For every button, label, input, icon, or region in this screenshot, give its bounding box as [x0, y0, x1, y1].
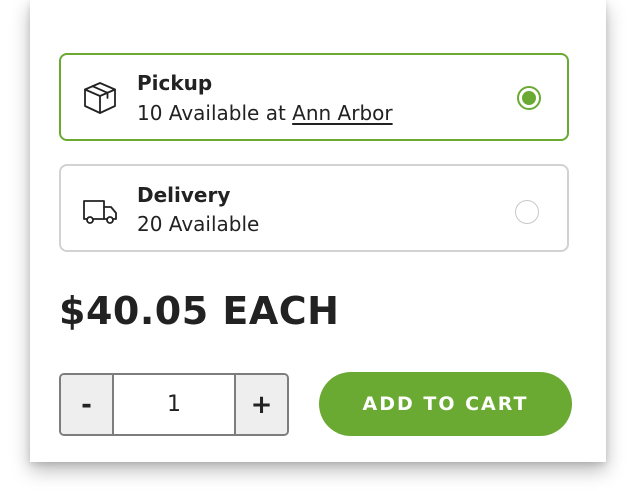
pickup-option[interactable]: Pickup 10 Available at Ann Arbor [59, 53, 569, 141]
delivery-availability: 20 Available [137, 212, 260, 236]
product-fulfillment-card: Pickup 10 Available at Ann Arbor Deliver… [30, 0, 606, 462]
increment-button[interactable]: + [234, 375, 287, 434]
pickup-title: Pickup [137, 71, 213, 95]
quantity-stepper: - + [59, 373, 289, 436]
truck-icon [81, 192, 119, 230]
delivery-title: Delivery [137, 183, 231, 207]
quantity-input[interactable] [114, 375, 234, 434]
box-icon [81, 79, 119, 117]
pickup-availability-text: 10 Available at [137, 101, 293, 125]
price-label: $40.05 EACH [59, 289, 340, 333]
pickup-radio[interactable] [517, 86, 541, 110]
pickup-availability: 10 Available at Ann Arbor [137, 101, 393, 125]
add-to-cart-button[interactable]: ADD TO CART [319, 372, 572, 436]
decrement-button[interactable]: - [61, 375, 114, 434]
delivery-radio[interactable] [515, 200, 539, 224]
delivery-option[interactable]: Delivery 20 Available [59, 164, 569, 252]
store-link[interactable]: Ann Arbor [292, 101, 392, 125]
